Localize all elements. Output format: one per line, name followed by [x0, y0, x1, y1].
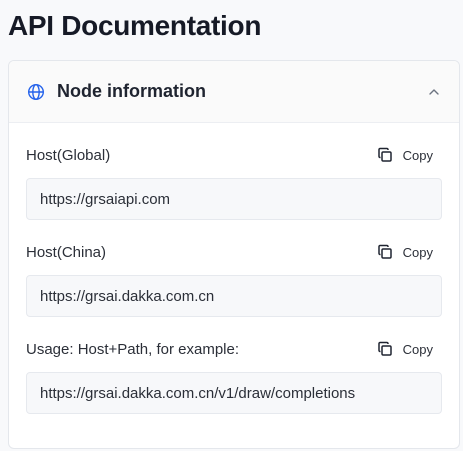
page-title: API Documentation	[8, 10, 262, 41]
usage-example-value[interactable]: https://grsai.dakka.com.cn/v1/draw/compl…	[26, 372, 442, 414]
host-global-value[interactable]: https://grsaiapi.com	[26, 178, 442, 220]
copy-label: Copy	[402, 147, 433, 163]
field-host-china: Host(China) Copy https://grsai.dakka.com…	[26, 240, 442, 317]
field-host-global: Host(Global) Copy https://grsaiapi.com	[26, 143, 442, 220]
card-title: Node information	[57, 81, 206, 101]
copy-icon	[377, 147, 393, 163]
copy-icon	[377, 341, 393, 357]
copy-icon	[377, 244, 393, 260]
card-header[interactable]: Node information	[9, 61, 459, 123]
chevron-up-icon[interactable]	[427, 85, 441, 99]
copy-button[interactable]: Copy	[377, 244, 433, 260]
copy-label: Copy	[402, 341, 433, 357]
copy-button[interactable]: Copy	[377, 341, 433, 357]
host-china-value[interactable]: https://grsai.dakka.com.cn	[26, 275, 442, 317]
field-label: Usage: Host+Path, for example:	[26, 340, 240, 358]
field-usage-example: Usage: Host+Path, for example: Copy http…	[26, 337, 442, 414]
node-information-card: Node information Host(Global) Copy https…	[8, 60, 460, 449]
field-label: Host(Global)	[26, 146, 111, 164]
card-body: Host(Global) Copy https://grsaiapi.com H…	[9, 123, 459, 414]
field-label: Host(China)	[26, 243, 107, 261]
globe-icon	[27, 83, 45, 101]
copy-label: Copy	[402, 244, 433, 260]
copy-button[interactable]: Copy	[377, 147, 433, 163]
